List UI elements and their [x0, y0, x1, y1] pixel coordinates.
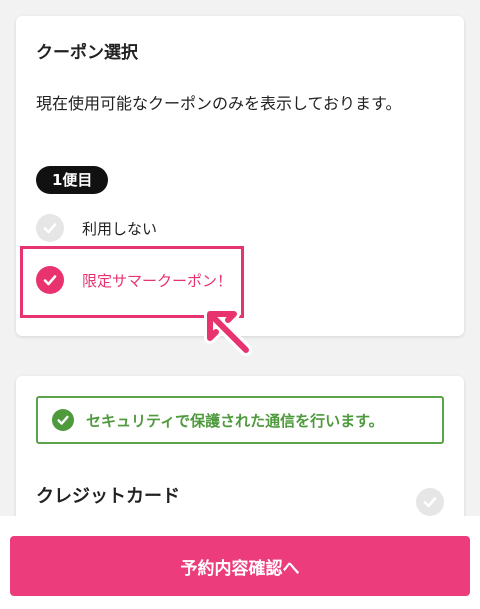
check-icon — [36, 266, 64, 294]
security-message: セキュリティで保護された通信を行います。 — [86, 411, 384, 430]
payment-check-icon[interactable] — [416, 488, 444, 516]
coupon-title: クーポン選択 — [36, 43, 138, 63]
coupon-option-none[interactable]: 利用しない — [36, 214, 157, 242]
coupon-card: クーポン選択 現在使用可能なクーポンのみを表示しております。 1便目 利用しない… — [16, 16, 464, 356]
check-icon — [52, 409, 74, 431]
coupon-option-label: 限定サマークーポン！ — [82, 271, 233, 290]
flight-badge: 1便目 — [36, 166, 109, 194]
payment-method-title: クレジットカード — [36, 486, 180, 507]
pointer-arrow-icon — [204, 308, 252, 356]
security-banner: セキュリティで保護された通信を行います。 — [36, 396, 444, 444]
confirm-reservation-button[interactable]: 予約内容確認へ — [10, 536, 470, 596]
coupon-description: 現在使用可能なクーポンのみを表示しております。 — [36, 94, 402, 113]
coupon-option-label: 利用しない — [82, 219, 158, 238]
coupon-option-summer[interactable]: 限定サマークーポン！ — [36, 266, 232, 294]
check-icon — [36, 214, 64, 242]
